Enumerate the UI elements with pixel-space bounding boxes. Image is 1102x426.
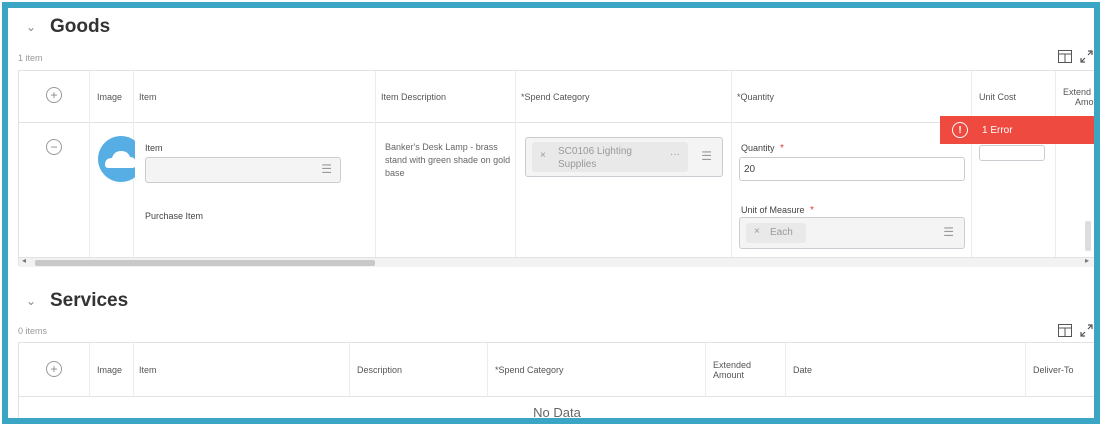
add-services-row-plus-circle-icon[interactable]: + bbox=[46, 361, 62, 377]
error-count-text: 1 Error bbox=[982, 124, 1013, 136]
uom-list-icon[interactable]: ☰ bbox=[943, 225, 954, 239]
goods-header-row: Image Item Item Description *Spend Categ… bbox=[19, 71, 1094, 123]
goods-vertical-scrollbar[interactable] bbox=[1085, 221, 1091, 251]
goods-col-item: Item bbox=[139, 91, 157, 102]
services-col-image: Image bbox=[97, 364, 123, 375]
services-col-item: Item bbox=[139, 364, 157, 375]
goods-scroll-thumb[interactable] bbox=[35, 260, 375, 266]
services-no-data: No Data bbox=[533, 405, 581, 420]
services-expand-icon[interactable] bbox=[1080, 324, 1093, 340]
quantity-label-text: Quantity bbox=[741, 143, 775, 153]
goods-collapse-chevron-down-icon[interactable]: ⌄ bbox=[26, 20, 36, 34]
spend-category-list-icon[interactable]: ☰ bbox=[701, 149, 712, 163]
scroll-left-icon[interactable]: ◂ bbox=[22, 256, 26, 265]
spend-category-value: SC0106 Lighting Supplies bbox=[558, 146, 632, 170]
goods-col-extended-amount: Extend Amou bbox=[1059, 71, 1099, 122]
services-col-date: Date bbox=[793, 364, 813, 375]
quantity-value: 20 bbox=[744, 164, 756, 175]
uom-label-text: Unit of Measure bbox=[741, 205, 805, 215]
error-badge[interactable]: ! 1 Error bbox=[940, 116, 1094, 144]
goods-table: Image Item Item Description *Spend Categ… bbox=[18, 70, 1094, 267]
spend-category-pill: × SC0106 Lighting Supplies ··· bbox=[532, 142, 688, 172]
uom-clear-x-icon[interactable]: × bbox=[754, 226, 760, 237]
services-col-extended-line1: Extended bbox=[713, 359, 752, 370]
unit-cost-input[interactable] bbox=[979, 145, 1045, 161]
error-alert-circle-icon: ! bbox=[952, 122, 968, 138]
quantity-input[interactable]: 20 bbox=[739, 157, 965, 181]
goods-section-title: Goods bbox=[50, 16, 111, 37]
uom-required-mark: * bbox=[810, 205, 814, 216]
goods-horizontal-scrollbar[interactable]: ◂ ▸ bbox=[19, 256, 1094, 267]
spend-category-input[interactable]: × SC0106 Lighting Supplies ··· ☰ bbox=[525, 137, 723, 177]
uom-pill: × Each bbox=[746, 223, 806, 243]
item-image bbox=[95, 135, 135, 183]
item-list-icon[interactable]: ☰ bbox=[321, 162, 332, 176]
services-col-description: Description bbox=[357, 364, 403, 375]
goods-item-count: 1 item bbox=[18, 53, 43, 63]
remove-goods-row-minus-circle-icon[interactable]: − bbox=[46, 139, 62, 155]
services-collapse-chevron-down-icon[interactable]: ⌄ bbox=[26, 294, 36, 308]
services-column-view-icon[interactable] bbox=[1058, 324, 1072, 340]
goods-col-item-description: Item Description bbox=[381, 91, 447, 102]
services-col-extended-line2: Amount bbox=[713, 369, 745, 380]
services-item-count: 0 items bbox=[18, 326, 48, 336]
purchase-item-link[interactable]: Purchase Item bbox=[145, 211, 203, 221]
item-input[interactable]: ☰ bbox=[145, 157, 341, 183]
goods-col-extended-line2: Amou bbox=[1075, 96, 1099, 107]
quantity-label: Quantity * bbox=[741, 143, 784, 154]
goods-column-view-icon[interactable] bbox=[1058, 50, 1072, 66]
uom-label: Unit of Measure * bbox=[741, 205, 814, 216]
goods-col-spend-category: *Spend Category bbox=[521, 91, 590, 102]
quantity-required-mark: * bbox=[780, 143, 784, 154]
item-field-label: Item bbox=[145, 143, 163, 153]
item-description-text: Banker's Desk Lamp - brass stand with gr… bbox=[385, 142, 511, 178]
content-frame: ⌄ Goods 1 item Image Item Item Descripti… bbox=[2, 2, 1100, 424]
goods-expand-icon[interactable] bbox=[1080, 50, 1093, 66]
uom-value: Each bbox=[770, 227, 793, 238]
services-col-deliver-to: Deliver-To bbox=[1033, 364, 1074, 375]
scroll-right-icon[interactable]: ▸ bbox=[1085, 256, 1089, 265]
services-col-spend-category: *Spend Category bbox=[495, 364, 564, 375]
goods-col-image: Image bbox=[97, 91, 123, 102]
services-col-extended-amount: Extended Amount bbox=[709, 343, 751, 396]
spend-category-clear-x-icon[interactable]: × bbox=[540, 150, 546, 161]
uom-input[interactable]: × Each ☰ bbox=[739, 217, 965, 249]
spend-category-more-ellipsis-icon[interactable]: ··· bbox=[670, 149, 680, 160]
goods-col-quantity: *Quantity bbox=[737, 91, 775, 102]
goods-col-unit-cost: Unit Cost bbox=[979, 91, 1017, 102]
add-goods-row-plus-circle-icon[interactable]: + bbox=[46, 87, 62, 103]
services-section-title: Services bbox=[50, 290, 129, 311]
services-header-row: Image Item Description *Spend Category E… bbox=[19, 343, 1094, 397]
goods-col-extended-line1: Extend bbox=[1063, 86, 1092, 97]
services-table: Image Item Description *Spend Category E… bbox=[18, 342, 1094, 420]
